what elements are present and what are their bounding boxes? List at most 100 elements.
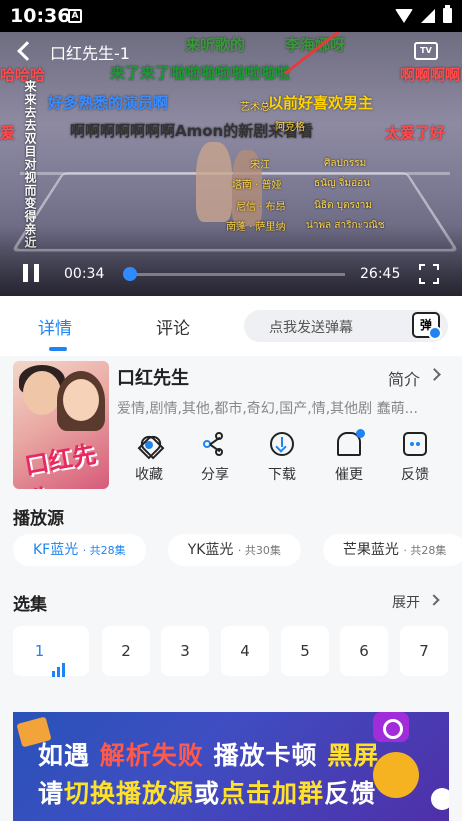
tab-bar: 详情 评论 点我发送弹幕 弹: [0, 296, 462, 356]
help-banner[interactable]: 如遇 解析失败 播放卡顿 黑屏 请切换播放源或点击加群反馈: [13, 712, 449, 821]
banner-text: 解析失败: [99, 741, 204, 770]
urge-update-label: 催更: [335, 467, 363, 483]
credit-text: นิธิต บุตรงาม: [314, 200, 372, 211]
source-name: KF蓝光: [33, 542, 79, 558]
feedback-button[interactable]: 反馈: [385, 432, 445, 484]
sources-title: 播放源: [13, 509, 64, 529]
expand-link[interactable]: 展开: [392, 592, 420, 612]
banner-text: 或: [194, 779, 221, 808]
episode-button-current[interactable]: 1: [13, 626, 89, 677]
signal-icon: [421, 8, 435, 23]
controls-gradient: [0, 226, 462, 296]
episode-button[interactable]: 6: [340, 626, 388, 676]
video-player[interactable]: 来听歌的 李海娜呀 哈哈哈 来了来了啦啦啦啦啦啦啦啦 啊啊啊啊啊 好多熟悉的演员…: [0, 32, 462, 296]
banner-text: 如遇: [38, 741, 91, 770]
active-tab-indicator: [49, 347, 67, 351]
current-time: 00:34: [64, 266, 105, 282]
episode-number: 5: [300, 642, 310, 660]
danmaku-comment: 来了来了啦啦啦啦啦啦啦啦: [110, 64, 291, 82]
download-button[interactable]: 下载: [252, 432, 312, 484]
episode-button[interactable]: 7: [400, 626, 448, 676]
share-icon: [203, 432, 227, 456]
action-row: 收藏 分享 下载 催更 反馈: [117, 429, 447, 488]
episode-number: 4: [240, 642, 250, 660]
show-title: 口红先生: [117, 368, 189, 389]
episode-number: 3: [180, 642, 190, 660]
banner-text: 反馈: [324, 779, 377, 808]
credit-text: 宋江: [250, 160, 270, 171]
banner-decoration: [431, 788, 449, 810]
source-chip[interactable]: YK蓝光 · 共30集: [167, 534, 301, 566]
status-time: 10:36: [10, 5, 71, 27]
banner-text: 切换播放源: [64, 779, 195, 808]
banner-decoration: [373, 752, 419, 798]
heart-icon: [137, 432, 161, 456]
urge-update-button[interactable]: 催更: [319, 429, 379, 484]
poster-figure: [63, 379, 99, 421]
playing-bars-icon: [52, 627, 67, 677]
source-chip[interactable]: KF蓝光 · 共28集: [13, 534, 146, 566]
details-sheet: 详情 评论 点我发送弹幕 弹 口红先生 口红先生 简介 爱情,剧情,其他,都市,…: [0, 296, 462, 821]
battery-icon: [443, 5, 452, 23]
source-count: · 共28集: [403, 544, 447, 557]
episode-button[interactable]: 3: [161, 626, 209, 676]
fullscreen-icon[interactable]: [419, 264, 439, 284]
episode-button[interactable]: 2: [102, 626, 150, 676]
credit-text: 塔南 · 普娅: [232, 180, 282, 191]
download-label: 下载: [268, 467, 296, 483]
episode-button[interactable]: 4: [221, 626, 269, 676]
danmaku-toggle-icon[interactable]: 弹: [412, 312, 442, 340]
progress-bar[interactable]: [122, 267, 345, 281]
feedback-label: 反馈: [401, 467, 429, 483]
danmaku-comment: 爱: [0, 124, 16, 142]
tab-comments[interactable]: 评论: [156, 314, 190, 339]
episode-button[interactable]: 5: [281, 626, 329, 676]
poster-image[interactable]: 口红先生: [13, 361, 109, 489]
genre-tags: 爱情,剧情,其他,都市,奇幻,国产,情,其他剧 蠢萌...: [117, 401, 418, 417]
system-icons: [395, 5, 452, 23]
danmaku-comment: 太爱了好: [385, 124, 446, 142]
source-count: · 共28集: [82, 544, 126, 557]
source-chip[interactable]: 芒果蓝光 · 共28集: [322, 534, 462, 566]
banner-line-1: 如遇 解析失败 播放卡顿 黑屏: [38, 736, 379, 772]
share-button[interactable]: 分享: [185, 432, 245, 484]
bell-icon: [337, 429, 365, 456]
tab-details[interactable]: 详情: [38, 314, 72, 339]
banner-line-2: 请切换播放源或点击加群反馈: [38, 774, 376, 810]
wifi-icon: [395, 8, 413, 23]
episode-list: 1 2 3 4 5 6 7: [13, 626, 462, 678]
download-icon: [270, 432, 294, 456]
vertical-lyric-text: 来来去去双目对视而变得亲近: [23, 80, 37, 249]
credit-text: 阿克格: [275, 122, 305, 133]
back-icon[interactable]: [17, 41, 37, 61]
favorite-label: 收藏: [135, 467, 163, 483]
chevron-right-icon[interactable]: [428, 368, 441, 381]
tv-cast-icon[interactable]: TV: [414, 42, 438, 60]
source-count: · 共30集: [237, 544, 281, 557]
banner-text: 播放卡顿: [213, 741, 318, 770]
danmaku-comment: 以前好喜欢男主: [268, 94, 374, 112]
source-list: KF蓝光 · 共28集 YK蓝光 · 共30集 芒果蓝光 · 共28集: [13, 534, 462, 570]
episode-number: 1: [34, 642, 45, 660]
credit-text: ศิลปกรรม: [324, 158, 367, 169]
intro-link[interactable]: 简介: [388, 366, 420, 390]
episode-number: 6: [359, 642, 369, 660]
chevron-right-icon[interactable]: [428, 594, 440, 606]
banner-text: 点击加群: [220, 779, 325, 808]
danmaku-comment: 来听歌的: [185, 36, 246, 54]
banner-text: 请: [38, 779, 65, 808]
danmaku-comment: 好多熟悉的演员啊: [48, 94, 169, 112]
favorite-button[interactable]: 收藏: [119, 432, 179, 484]
danmaku-comment: 啊啊啊啊啊: [400, 66, 462, 84]
credit-text: 艺术总: [240, 102, 270, 113]
duration: 26:45: [360, 266, 401, 282]
feedback-icon: [403, 432, 427, 456]
pause-icon[interactable]: [23, 264, 39, 282]
source-name: YK蓝光: [187, 542, 234, 558]
fighter-figure: [196, 142, 232, 222]
danmaku-input[interactable]: 点我发送弹幕 弹: [244, 310, 448, 342]
danmaku-input-placeholder: 点我发送弹幕: [269, 320, 353, 336]
player-title: 口红先生-1: [50, 44, 130, 63]
banner-text: 黑屏: [327, 741, 380, 770]
progress-knob[interactable]: [122, 267, 137, 281]
